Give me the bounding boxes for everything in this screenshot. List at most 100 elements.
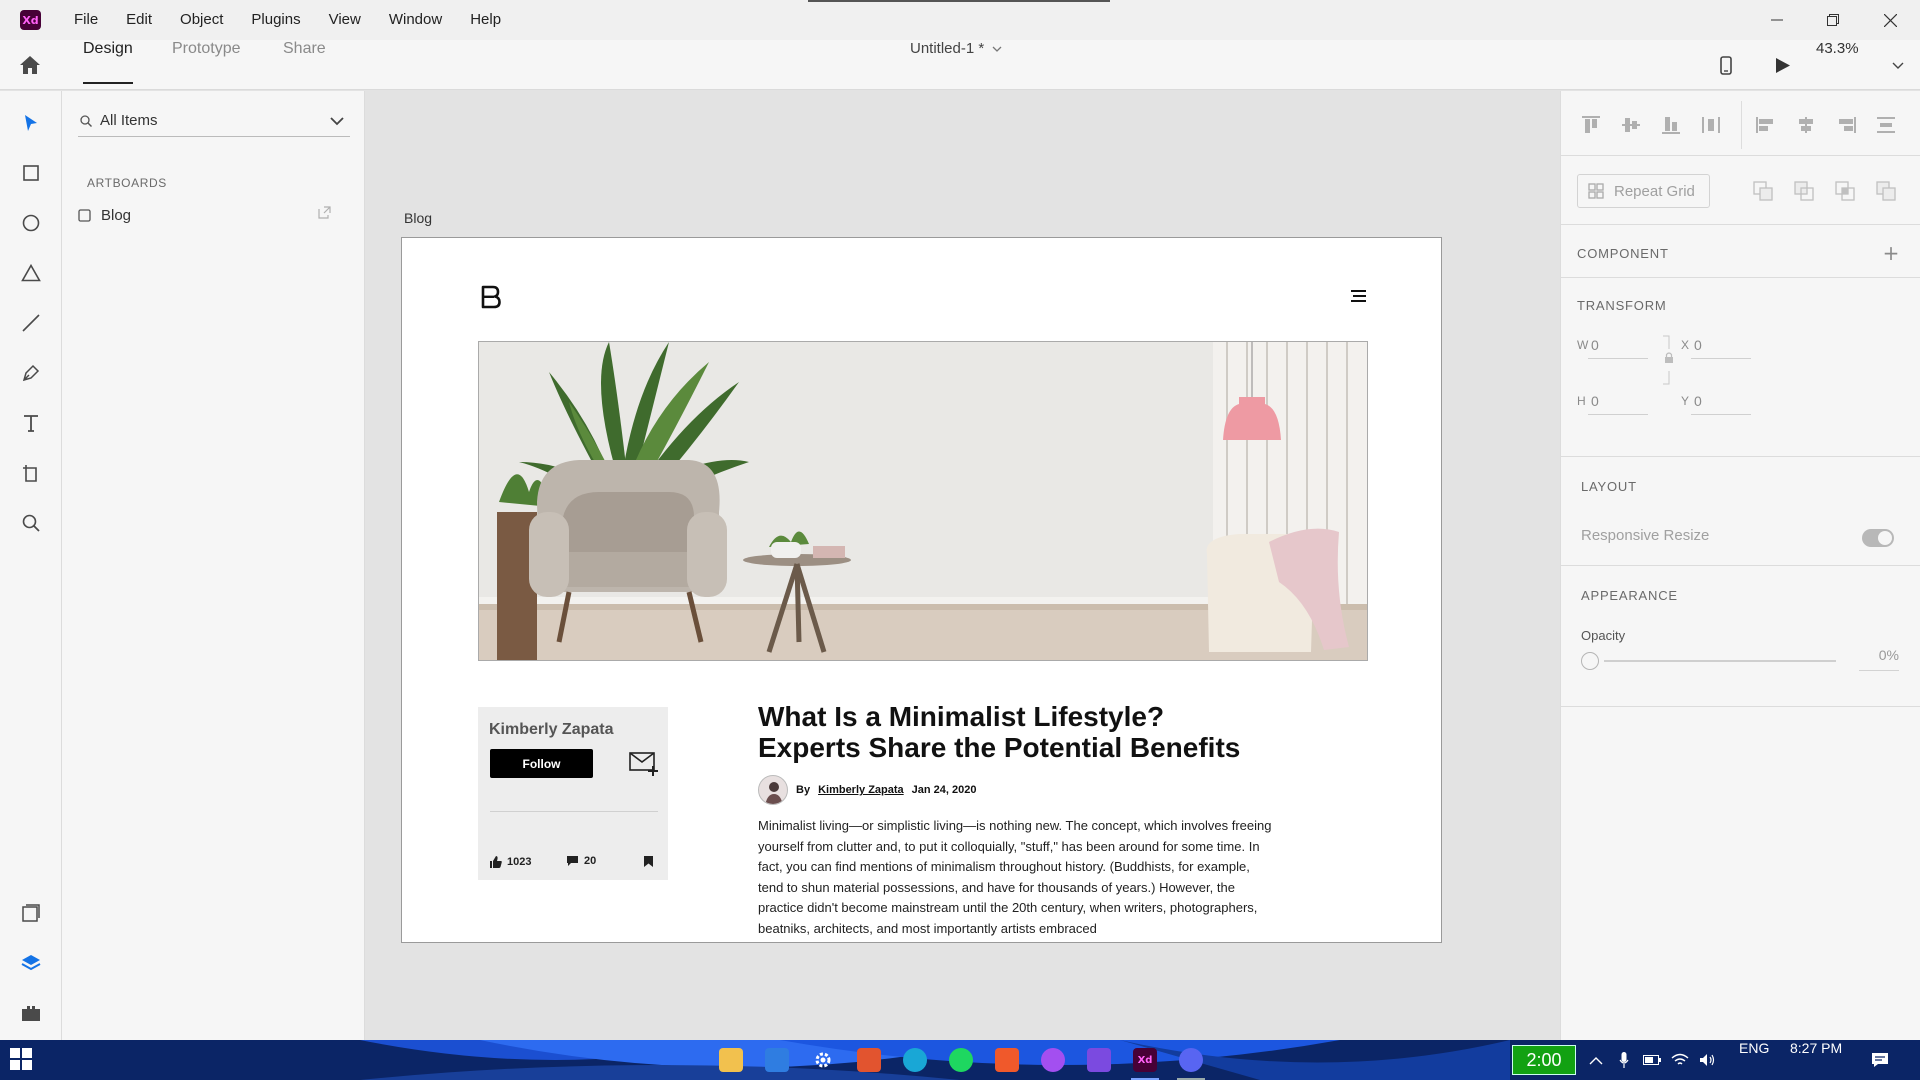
assets-icon	[22, 904, 40, 922]
edge-browser-app[interactable]	[903, 1048, 927, 1072]
menu-view[interactable]: View	[315, 0, 375, 40]
plugins-panel-button[interactable]	[17, 999, 45, 1027]
mail-add-icon	[629, 752, 658, 776]
layer-item-blog[interactable]: Blog	[78, 201, 343, 229]
comments-stat[interactable]: 20	[566, 855, 596, 867]
restore-button[interactable]	[1805, 0, 1861, 40]
boolean-exclude-button[interactable]	[1875, 180, 1897, 202]
close-icon	[1883, 13, 1897, 27]
menu-file[interactable]: File	[60, 0, 112, 40]
menu-plugins[interactable]: Plugins	[237, 0, 314, 40]
text-tool[interactable]	[17, 409, 45, 437]
menu-object[interactable]: Object	[166, 0, 237, 40]
spotify-app[interactable]	[949, 1048, 973, 1072]
device-preview-button[interactable]	[1714, 52, 1738, 78]
menu-edit[interactable]: Edit	[112, 0, 166, 40]
boolean-intersect-button[interactable]	[1834, 180, 1856, 202]
boolean-add-button[interactable]	[1752, 180, 1774, 202]
show-hidden-icons[interactable]	[1586, 1050, 1606, 1070]
align-center-button[interactable]	[1794, 113, 1818, 137]
distribute-vertical-button[interactable]	[1874, 113, 1898, 137]
adobe-xd-app[interactable]: Xd	[1133, 1048, 1157, 1072]
x-label: X	[1681, 338, 1690, 352]
align-left-button[interactable]	[1754, 113, 1778, 137]
artboard-blog[interactable]: Kimberly Zapata Follow 1023 20 What Is a…	[401, 237, 1442, 943]
align-top-button[interactable]	[1579, 113, 1603, 137]
settings-app[interactable]	[811, 1048, 835, 1072]
line-tool[interactable]	[17, 309, 45, 337]
volume-tray[interactable]	[1698, 1050, 1718, 1070]
follow-button[interactable]: Follow	[490, 749, 593, 778]
wifi-tray[interactable]	[1670, 1050, 1690, 1070]
sublime-app[interactable]	[995, 1048, 1019, 1072]
align-bottom-button[interactable]	[1659, 113, 1683, 137]
open-external-icon[interactable]	[318, 206, 331, 219]
layers-icon	[21, 955, 41, 971]
pen-tool[interactable]	[17, 359, 45, 387]
width-input[interactable]: 0	[1588, 333, 1648, 359]
battery-icon	[1643, 1055, 1661, 1065]
align-right-button[interactable]	[1834, 113, 1858, 137]
mail-app[interactable]	[765, 1048, 789, 1072]
windows-taskbar: Xd 2:00 ENG 8:27 PM	[0, 1040, 1920, 1080]
minimize-button[interactable]	[1749, 0, 1805, 40]
byline-author-link[interactable]: Kimberly Zapata	[818, 784, 904, 796]
visual-studio-app[interactable]	[1087, 1048, 1111, 1072]
x-input[interactable]: 0	[1691, 333, 1751, 359]
office-app[interactable]	[857, 1048, 881, 1072]
layers-filter[interactable]: All Items	[78, 105, 350, 137]
ellipse-tool[interactable]	[17, 209, 45, 237]
opacity-slider-handle[interactable]	[1581, 652, 1599, 670]
messenger-app[interactable]	[1041, 1048, 1065, 1072]
rectangle-tool[interactable]	[17, 159, 45, 187]
distribute-horizontal-button[interactable]	[1699, 113, 1723, 137]
zoom-dropdown[interactable]	[1888, 58, 1908, 72]
assets-panel-button[interactable]	[17, 899, 45, 927]
blog-logo	[478, 284, 504, 310]
likes-stat[interactable]: 1023	[489, 855, 531, 868]
start-button[interactable]	[10, 1048, 34, 1072]
zoom-level[interactable]: 43.3%	[1816, 40, 1859, 57]
select-tool[interactable]	[17, 109, 45, 137]
y-input[interactable]: 0	[1691, 389, 1751, 415]
document-title[interactable]: Untitled-1 *	[910, 40, 1002, 57]
input-language[interactable]: ENG	[1739, 1040, 1769, 1056]
close-window-button[interactable]	[1862, 0, 1918, 40]
discord-app[interactable]	[1179, 1048, 1203, 1072]
subscribe-mail-button[interactable]	[629, 749, 659, 779]
tab-design[interactable]: Design	[83, 40, 133, 90]
chevron-up-icon	[1589, 1056, 1603, 1064]
microphone-tray[interactable]	[1614, 1050, 1634, 1070]
notifications-button[interactable]	[1868, 1050, 1892, 1070]
menu-window[interactable]: Window	[375, 0, 456, 40]
add-component-button[interactable]: +	[1881, 243, 1901, 263]
wifi-icon	[1671, 1053, 1689, 1065]
boolean-subtract-button[interactable]	[1793, 180, 1815, 202]
opacity-input[interactable]: 0%	[1859, 641, 1899, 671]
tab-prototype[interactable]: Prototype	[172, 40, 240, 90]
menu-help[interactable]: Help	[456, 0, 515, 40]
repeat-grid-button[interactable]: Repeat Grid	[1577, 174, 1710, 208]
home-button[interactable]	[14, 52, 46, 78]
blog-menu-button[interactable]	[1348, 286, 1368, 306]
zoom-tool[interactable]	[17, 509, 45, 537]
file-explorer-app[interactable]	[719, 1048, 743, 1072]
timer-widget[interactable]: 2:00	[1512, 1045, 1576, 1075]
title-bar: Xd File Edit Object Plugins View Window …	[0, 0, 1920, 40]
responsive-resize-toggle[interactable]	[1862, 529, 1894, 547]
artboard-tool[interactable]	[17, 459, 45, 487]
section-divider	[1561, 565, 1920, 566]
bookmark-button[interactable]	[643, 855, 654, 868]
aspect-lock-button[interactable]	[1662, 335, 1676, 385]
tab-share[interactable]: Share	[283, 40, 326, 90]
notification-icon	[1872, 1053, 1888, 1067]
polygon-tool[interactable]	[17, 259, 45, 287]
height-input[interactable]: 0	[1588, 389, 1648, 415]
system-clock[interactable]: 8:27 PM	[1790, 1040, 1842, 1056]
battery-tray[interactable]	[1642, 1050, 1662, 1070]
artboard-title[interactable]: Blog	[404, 210, 432, 226]
align-middle-button[interactable]	[1619, 113, 1643, 137]
layers-panel-button[interactable]	[17, 949, 45, 977]
opacity-slider-track[interactable]	[1604, 660, 1836, 662]
play-preview-button[interactable]	[1771, 52, 1795, 78]
